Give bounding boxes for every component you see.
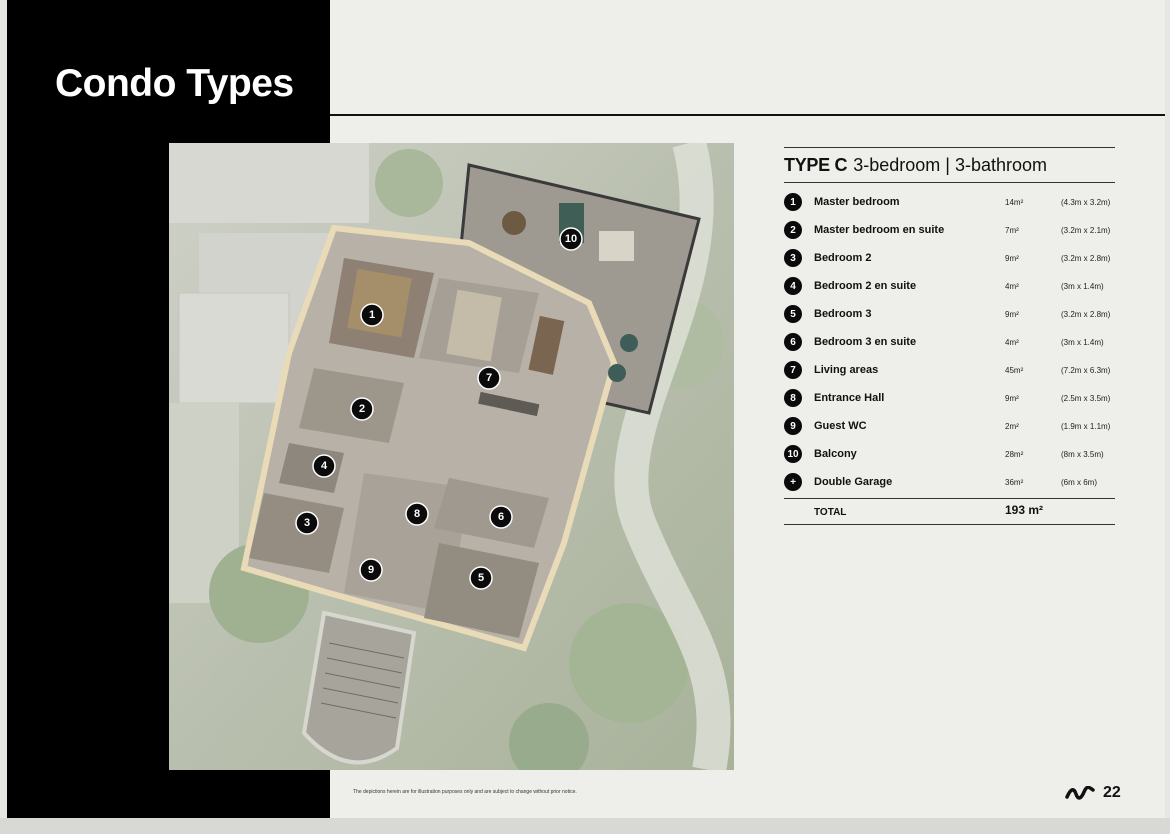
svg-text:2: 2 xyxy=(359,403,365,415)
page-footer-brand: 22 xyxy=(1065,784,1121,802)
room-dimensions: (3.2m x 2.8m) xyxy=(1061,253,1111,263)
room-marker-badge: 3 xyxy=(784,249,802,267)
room-name: Balcony xyxy=(814,448,857,460)
page-title: Condo Types xyxy=(55,62,294,105)
unit-type-label: TYPE C xyxy=(784,155,848,175)
room-area: 45m² xyxy=(1005,365,1024,375)
room-dimensions: (3m x 1.4m) xyxy=(1061,281,1104,291)
floorplan-marker-8: 8 xyxy=(405,502,429,526)
room-name: Bedroom 3 en suite xyxy=(814,336,917,348)
brochure-page: Condo Types 1 2 3 4 5 6 7 8 9 10 TYPE C … xyxy=(7,0,1165,818)
svg-text:4: 4 xyxy=(321,460,328,472)
room-dimensions: (7.2m x 6.3m) xyxy=(1061,365,1111,375)
room-marker-badge: 8 xyxy=(784,389,802,407)
room-area: 28m² xyxy=(1005,449,1024,459)
unit-description: 3-bedroom | 3-bathroom xyxy=(853,155,1047,175)
svg-text:9: 9 xyxy=(368,564,374,576)
room-marker-badge: 10 xyxy=(784,445,802,463)
floorplan-marker-9: 9 xyxy=(359,558,383,582)
floorplan-marker-4: 4 xyxy=(312,454,336,478)
room-marker-badge: 1 xyxy=(784,193,802,211)
floorplan-marker-6: 6 xyxy=(489,505,513,529)
floorplan-marker-7: 7 xyxy=(477,366,501,390)
room-row: + Double Garage 36m² (6m x 6m) xyxy=(784,468,1115,496)
floorplan-drawing: 1 2 3 4 5 6 7 8 9 10 xyxy=(169,143,734,770)
room-dimensions: (3m x 1.4m) xyxy=(1061,337,1104,347)
total-value: 193 m² xyxy=(1005,503,1044,517)
room-row: 7 Living areas 45m² (7.2m x 6.3m) xyxy=(784,356,1115,384)
room-row: 8 Entrance Hall 9m² (2.5m x 3.5m) xyxy=(784,384,1115,412)
room-row: 1 Master bedroom 14m² (4.3m x 3.2m) xyxy=(784,188,1115,216)
floorplan-marker-10: 10 xyxy=(559,227,583,251)
svg-text:6: 6 xyxy=(498,511,504,523)
room-marker-badge: 2 xyxy=(784,221,802,239)
room-row: 5 Bedroom 3 9m² (3.2m x 2.8m) xyxy=(784,300,1115,328)
room-name: Master bedroom en suite xyxy=(814,224,945,236)
floorplan-image: 1 2 3 4 5 6 7 8 9 10 xyxy=(169,143,734,770)
room-row: 6 Bedroom 3 en suite 4m² (3m x 1.4m) xyxy=(784,328,1115,356)
room-name: Guest WC xyxy=(814,420,867,432)
room-row: 9 Guest WC 2m² (1.9m x 1.1m) xyxy=(784,412,1115,440)
floorplan-marker-1: 1 xyxy=(360,303,384,327)
room-marker-badge: 9 xyxy=(784,417,802,435)
room-dimensions: (3.2m x 2.1m) xyxy=(1061,225,1111,235)
svg-text:3: 3 xyxy=(304,517,310,529)
svg-text:5: 5 xyxy=(478,572,484,584)
svg-text:1: 1 xyxy=(369,309,375,321)
room-area: 36m² xyxy=(1005,477,1024,487)
disclaimer-text: The depictions herein are for illustrati… xyxy=(353,789,577,795)
room-dimensions: (3.2m x 2.8m) xyxy=(1061,309,1111,319)
room-marker-badge: + xyxy=(784,473,802,491)
room-name: Double Garage xyxy=(814,476,893,488)
room-area: 7m² xyxy=(1005,225,1019,235)
room-area: 9m² xyxy=(1005,253,1019,263)
bottom-strip xyxy=(0,818,1170,834)
header-divider xyxy=(330,114,1165,116)
page-number: 22 xyxy=(1103,784,1121,801)
total-row: TOTAL 193 m² xyxy=(784,498,1115,525)
room-schedule: TYPE C 3-bedroom | 3-bathroom 1 Master bed… xyxy=(784,147,1115,525)
room-area: 2m² xyxy=(1005,421,1019,431)
room-list: 1 Master bedroom 14m² (4.3m x 3.2m) 2 Master … xyxy=(784,188,1115,496)
room-marker-badge: 4 xyxy=(784,277,802,295)
room-row: 2 Master bedroom en suite 7m² (3.2m x 2.1m) xyxy=(784,216,1115,244)
room-dimensions: (1.9m x 1.1m) xyxy=(1061,421,1111,431)
room-name: Bedroom 3 xyxy=(814,308,872,320)
svg-text:7: 7 xyxy=(486,372,492,384)
svg-text:8: 8 xyxy=(414,508,420,520)
room-row: 10 Balcony 28m² (8m x 3.5m) xyxy=(784,440,1115,468)
total-label: TOTAL xyxy=(814,507,847,518)
room-area: 9m² xyxy=(1005,309,1019,319)
room-dimensions: (4.3m x 3.2m) xyxy=(1061,197,1111,207)
brand-wave-icon xyxy=(1065,786,1095,800)
room-marker-badge: 5 xyxy=(784,305,802,323)
room-name: Bedroom 2 en suite xyxy=(814,280,917,292)
room-area: 4m² xyxy=(1005,337,1019,347)
room-name: Living areas xyxy=(814,364,879,376)
svg-text:10: 10 xyxy=(565,233,577,245)
room-area: 14m² xyxy=(1005,197,1024,207)
room-dimensions: (2.5m x 3.5m) xyxy=(1061,393,1111,403)
room-name: Master bedroom xyxy=(814,196,900,208)
floorplan-marker-3: 3 xyxy=(295,511,319,535)
room-name: Bedroom 2 xyxy=(814,252,872,264)
floorplan-marker-5: 5 xyxy=(469,566,493,590)
floorplan-marker-2: 2 xyxy=(350,397,374,421)
room-marker-badge: 6 xyxy=(784,333,802,351)
room-row: 4 Bedroom 2 en suite 4m² (3m x 1.4m) xyxy=(784,272,1115,300)
room-row: 3 Bedroom 2 9m² (3.2m x 2.8m) xyxy=(784,244,1115,272)
room-name: Entrance Hall xyxy=(814,392,885,404)
room-dimensions: (8m x 3.5m) xyxy=(1061,449,1104,459)
room-area: 9m² xyxy=(1005,393,1019,403)
unit-heading: TYPE C 3-bedroom | 3-bathroom xyxy=(784,148,1115,183)
room-area: 4m² xyxy=(1005,281,1019,291)
room-dimensions: (6m x 6m) xyxy=(1061,477,1097,487)
room-marker-badge: 7 xyxy=(784,361,802,379)
